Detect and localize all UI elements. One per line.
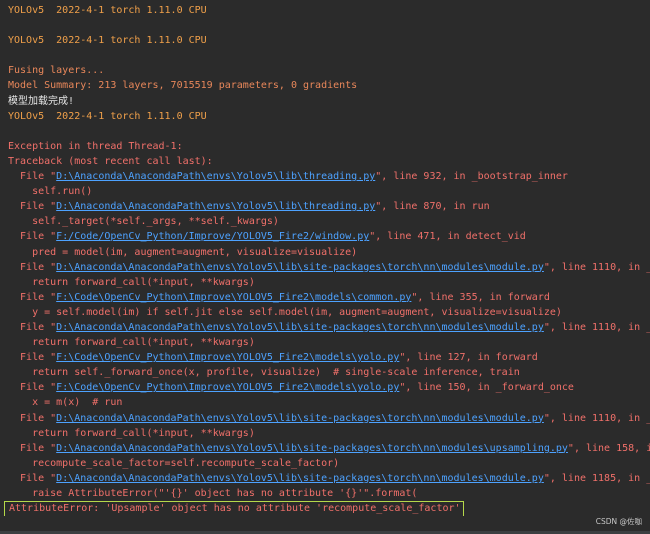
file-path-link[interactable]: F:\Code\OpenCv_Python\Improve\YOLOV5_Fir… [56,292,411,303]
console-line: Fusing layers... [8,65,105,77]
file-prefix: File " [8,352,57,364]
file-path-link[interactable]: D:\Anaconda\AnacondaPath\envs\Yolov5\lib… [56,171,375,182]
traceback-code-line: self.run() [8,186,93,198]
file-prefix: File " [8,321,57,333]
traceback-code-line: return forward_call(*input, **kwargs) [8,337,255,349]
console-line: Traceback (most recent call last): [8,155,213,167]
console-line: YOLOv5 2022-4-1 torch 1.11.0 CPU [8,110,207,122]
traceback-file-line: File "D:\Anaconda\AnacondaPath\envs\Yolo… [0,471,650,486]
traceback-file-line: File "D:\Anaconda\AnacondaPath\envs\Yolo… [0,199,650,214]
traceback-code-line: raise AttributeError("'{}' object has no… [8,488,418,499]
traceback-code-line: self._target(*self._args, **self._kwargs… [8,216,279,228]
file-path-link[interactable]: D:\Anaconda\AnacondaPath\envs\Yolov5\lib… [56,473,544,484]
traceback-code-line: return forward_call(*input, **kwargs) [8,427,255,439]
file-prefix: File " [8,412,57,424]
file-path-link[interactable]: D:\Anaconda\AnacondaPath\envs\Yolov5\lib… [56,322,544,333]
traceback-file-line: File "F:\Code\OpenCv_Python\Improve\YOLO… [0,350,650,365]
file-path-link[interactable]: F:\Code\OpenCv_Python\Improve\YOLOV5_Fir… [56,382,399,393]
file-path-link[interactable]: F:/Code/OpenCv_Python/Improve/YOLOV5_Fir… [56,231,369,242]
traceback-file-line: File "D:\Anaconda\AnacondaPath\envs\Yolo… [0,411,650,426]
console-line: 模型加载完成! [8,95,75,107]
file-prefix: File " [8,171,57,183]
file-path-link[interactable]: F:\Code\OpenCv_Python\Improve\YOLOV5_Fir… [56,352,399,363]
traceback-code-line: pred = model(im, augment=augment, visual… [8,246,358,258]
file-prefix: File " [8,382,57,394]
traceback-code-line: return forward_call(*input, **kwargs) [8,276,255,288]
file-prefix: File " [8,201,57,213]
file-suffix: ", line 127, in forward [399,352,538,364]
file-suffix: ", line 1110, in _call_impl [543,261,650,273]
traceback-file-line: File "D:\Anaconda\AnacondaPath\envs\Yolo… [0,320,650,335]
traceback-code-line: return self._forward_once(x, profile, vi… [8,367,520,379]
file-suffix: ", line 870, in run [375,201,490,213]
console-line: YOLOv5 2022-4-1 torch 1.11.0 CPU [8,5,207,16]
traceback-file-line: File "F:\Code\OpenCv_Python\Improve\YOLO… [0,380,650,395]
console-lines: YOLOv5 2022-4-1 torch 1.11.0 CPU YOLOv5 2… [0,3,650,517]
error-message-highlight: AttributeError: 'Upsample' object has no… [4,501,464,517]
traceback-code-line: y = self.model(im) if self.jit else self… [8,306,562,318]
file-prefix: File " [8,442,57,454]
error-line: AttributeError: 'Upsample' object has no… [0,501,650,517]
file-suffix: ", line 355, in forward [411,291,550,303]
file-prefix: File " [8,231,57,243]
file-prefix: File " [8,472,57,484]
file-suffix: ", line 1185, in __getattr__ [543,472,650,484]
file-path-link[interactable]: D:\Anaconda\AnacondaPath\envs\Yolov5\lib… [56,262,544,273]
file-prefix: File " [8,261,57,273]
file-path-link[interactable]: D:\Anaconda\AnacondaPath\envs\Yolov5\lib… [56,413,544,424]
file-suffix: ", line 1110, in _call_impl [543,321,650,333]
console-line: Model Summary: 213 layers, 7015519 param… [8,80,358,92]
file-prefix: File " [8,291,57,303]
file-path-link[interactable]: D:\Anaconda\AnacondaPath\envs\Yolov5\lib… [56,201,375,212]
traceback-code-line: recompute_scale_factor=self.recompute_sc… [8,457,340,469]
console-line: YOLOv5 2022-4-1 torch 1.11.0 CPU [8,35,207,47]
file-suffix: ", line 1110, in _call_impl [543,412,650,424]
file-suffix: ", line 932, in _bootstrap_inner [375,171,568,183]
traceback-file-line: File "D:\Anaconda\AnacondaPath\envs\Yolo… [0,260,650,275]
traceback-file-line: File "D:\Anaconda\AnacondaPath\envs\Yolo… [0,441,650,456]
traceback-code-line: x = m(x) # run [8,397,123,409]
traceback-file-line: File "F:\Code\OpenCv_Python\Improve\YOLO… [0,290,650,305]
traceback-file-line: File "F:/Code/OpenCv_Python/Improve/YOLO… [0,229,650,244]
file-suffix: ", line 150, in _forward_once [399,382,574,394]
file-suffix: ", line 471, in detect_vid [369,231,526,243]
traceback-file-line: File "D:\Anaconda\AnacondaPath\envs\Yolo… [0,169,650,184]
console-output: YOLOv5 2022-4-1 torch 1.11.0 CPU YOLOv5 2… [0,0,650,534]
file-suffix: ", line 158, in forward [567,442,650,454]
watermark: CSDN @佐咖 [595,516,642,526]
console-line: Exception in thread Thread-1: [8,140,183,152]
file-path-link[interactable]: D:\Anaconda\AnacondaPath\envs\Yolov5\lib… [56,443,568,454]
